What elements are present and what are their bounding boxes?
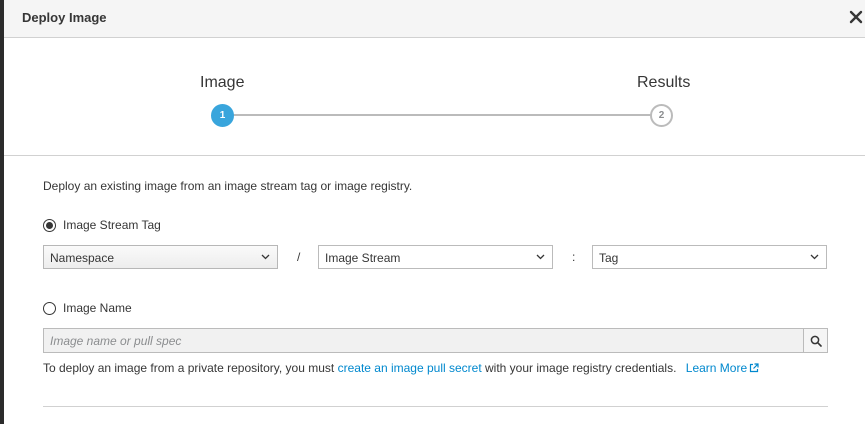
- image-name-search: [43, 328, 828, 353]
- namespace-select-value: Namespace: [50, 251, 115, 265]
- slash-separator: /: [297, 250, 301, 264]
- close-button[interactable]: [847, 6, 865, 28]
- learn-more-link[interactable]: Learn More: [686, 361, 759, 375]
- image-stream-tag-label: Image Stream Tag: [63, 218, 161, 232]
- colon-separator: :: [572, 250, 576, 264]
- chevron-down-icon: [261, 254, 270, 260]
- image-stream-select[interactable]: Image Stream: [318, 245, 553, 269]
- dialog-body: Deploy an existing image from an image s…: [4, 157, 865, 424]
- image-name-option[interactable]: Image Name: [43, 301, 132, 315]
- step-results-circle[interactable]: 2: [650, 104, 673, 127]
- external-link-icon: [750, 363, 759, 373]
- dialog-header: Deploy Image: [4, 0, 865, 38]
- image-name-radio[interactable]: [43, 301, 56, 315]
- image-stream-tag-radio[interactable]: [43, 218, 56, 232]
- private-repo-help: To deploy an image from a private reposi…: [43, 361, 759, 375]
- tag-select-value: Tag: [599, 251, 619, 265]
- intro-text: Deploy an existing image from an image s…: [43, 179, 413, 193]
- step-image-circle[interactable]: 1: [211, 104, 234, 127]
- image-name-label: Image Name: [63, 301, 132, 315]
- image-name-input[interactable]: [43, 328, 804, 353]
- wizard-steps: Image Results 1 2: [4, 38, 865, 156]
- help-prefix: To deploy an image from a private reposi…: [43, 361, 338, 375]
- image-stream-tag-option[interactable]: Image Stream Tag: [43, 218, 161, 232]
- step-connector-line: [223, 114, 661, 116]
- step-results-label: Results: [637, 74, 691, 91]
- namespace-select[interactable]: Namespace: [43, 245, 278, 269]
- section-divider: [43, 406, 828, 407]
- help-suffix: with your image registry credentials.: [481, 361, 677, 375]
- step-image-label: Image: [200, 74, 245, 91]
- dialog-title: Deploy Image: [22, 10, 107, 25]
- image-stream-select-value: Image Stream: [325, 251, 401, 265]
- search-button[interactable]: [803, 328, 828, 353]
- chevron-down-icon: [536, 254, 545, 260]
- learn-more-label: Learn More: [685, 361, 748, 375]
- search-icon: [810, 335, 822, 347]
- tag-select[interactable]: Tag: [592, 245, 827, 269]
- chevron-down-icon: [810, 254, 819, 260]
- close-icon: [849, 10, 863, 24]
- create-pull-secret-link[interactable]: create an image pull secret: [338, 361, 482, 375]
- deploy-image-dialog: Deploy Image Image Results 1 2 Deploy an…: [4, 0, 865, 424]
